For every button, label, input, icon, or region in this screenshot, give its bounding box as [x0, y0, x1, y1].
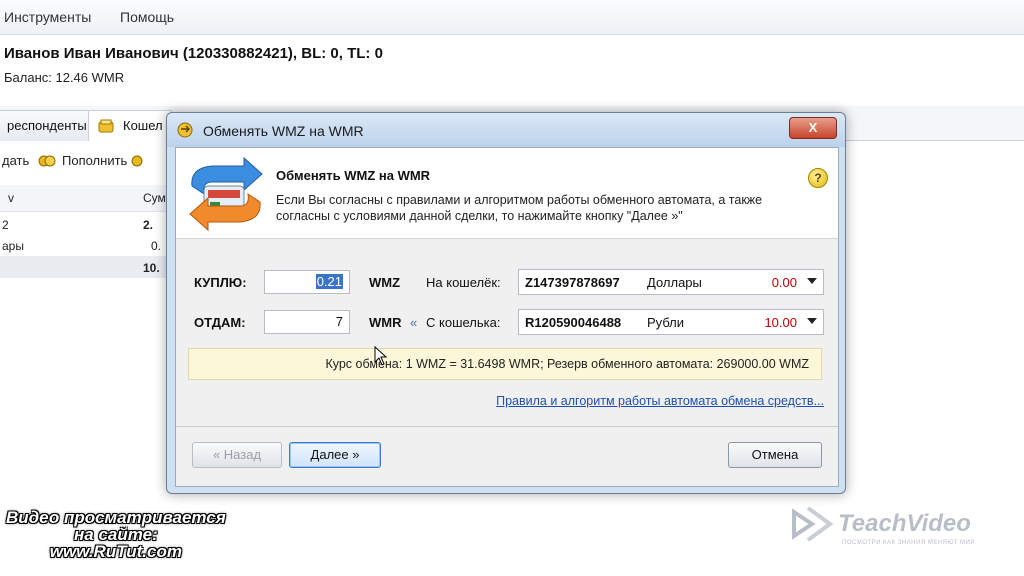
- back-button[interactable]: « Назад: [192, 442, 282, 468]
- give-wallet-amount: 10.00: [764, 315, 797, 330]
- exchange-icon: [177, 122, 193, 138]
- site-watermark: Видео просматривается на сайте: www.RuTu…: [6, 509, 226, 560]
- divider: [176, 426, 838, 427]
- dialog-title: Обменять WMZ на WMR: [203, 123, 364, 139]
- buy-currency: WMZ: [369, 275, 401, 290]
- toolbar-topup-button[interactable]: Пополнить: [62, 153, 127, 168]
- give-label: ОТДАМ:: [194, 315, 246, 330]
- tab-correspondents[interactable]: респонденты: [0, 110, 96, 141]
- watermark-line: Видео просматривается: [6, 508, 226, 527]
- table-cell: 10.: [143, 261, 160, 275]
- tab-label: Кошел: [123, 118, 163, 133]
- give-currency: WMR: [369, 315, 402, 330]
- rules-link[interactable]: Правила и алгоритм работы автомата обмен…: [496, 394, 824, 408]
- direction-arrow: «: [410, 315, 418, 330]
- grid-col-name[interactable]: v: [8, 191, 14, 205]
- table-cell: 0.: [151, 239, 162, 253]
- buy-wallet-name: Доллары: [647, 275, 702, 290]
- buy-wallet-amount: 0.00: [771, 275, 797, 290]
- teachvideo-logo-icon: [792, 506, 834, 542]
- next-button[interactable]: Далее »: [289, 442, 381, 468]
- give-wallet-id: R120590046488: [525, 315, 622, 330]
- grid-header: v Сум: [0, 185, 175, 212]
- topup-icon: [38, 155, 56, 167]
- give-wallet-name: Рубли: [647, 315, 685, 330]
- buy-amount-value: 0.21: [315, 274, 343, 289]
- header-description: Если Вы согласны с правилами и алгоритмо…: [276, 193, 763, 223]
- buy-amount-input[interactable]: 0.21: [264, 270, 350, 294]
- buy-label: КУПЛЮ:: [194, 275, 247, 290]
- menu-bar: Инструменты Помощь: [0, 0, 1024, 35]
- wallet-icon: [98, 119, 114, 133]
- dialog-header: Обменять WMZ на WMR Если Вы согласны с п…: [176, 148, 838, 239]
- wallet-exchange-icon: [189, 156, 263, 232]
- user-name: Иванов Иван Иванович (120330882421), BL:…: [4, 45, 383, 62]
- brand-name: TeachVideo: [838, 510, 971, 537]
- exchange-rate-text: Курс обмена: 1 WMZ = 31.6498 WMR; Резерв…: [325, 357, 809, 371]
- close-button[interactable]: X: [789, 117, 837, 139]
- dialog-titlebar[interactable]: Обменять WMZ на WMR X: [167, 113, 845, 147]
- give-wallet-select[interactable]: R120590046488 Рубли 10.00: [518, 309, 824, 335]
- toolbar-create-button[interactable]: дать: [2, 153, 29, 168]
- table-cell: ары: [2, 239, 24, 253]
- mouse-cursor-icon: [374, 346, 388, 366]
- user-balance: Баланс: 12.46 WMR: [4, 70, 125, 85]
- exchange-rate-band: Курс обмена: 1 WMZ = 31.6498 WMR; Резерв…: [188, 348, 822, 380]
- cancel-button[interactable]: Отмена: [728, 442, 822, 468]
- exchange-dialog: Обменять WMZ на WMR X Обменять WMZ на WM…: [166, 112, 846, 494]
- tab-label: респонденты: [7, 118, 87, 133]
- give-amount-value: 7: [335, 314, 343, 329]
- menu-item-tools[interactable]: Инструменты: [4, 9, 91, 25]
- toolbar-icon: [131, 155, 143, 167]
- table-cell: 2: [2, 218, 9, 232]
- give-amount-input[interactable]: 7: [264, 310, 350, 334]
- buy-wallet-label: На кошелёк:: [426, 275, 501, 290]
- dialog-client: Обменять WMZ на WMR Если Вы согласны с п…: [175, 147, 839, 487]
- grid-col-sum[interactable]: Сум: [143, 191, 166, 205]
- buy-wallet-id: Z147397878697: [525, 275, 620, 290]
- header-title: Обменять WMZ на WMR: [276, 168, 431, 183]
- watermark-line: на сайте:: [74, 525, 158, 544]
- brand-slogan: ПОСМОТРИ КАК ЗНАНИЯ МЕНЯЮТ МИР: [842, 540, 975, 546]
- menu-item-help[interactable]: Помощь: [120, 9, 174, 25]
- chevron-down-icon[interactable]: [807, 318, 817, 324]
- chevron-down-icon[interactable]: [807, 278, 817, 284]
- table-cell: 2.: [143, 218, 154, 232]
- watermark-line: www.RuTut.com: [49, 542, 182, 561]
- buy-wallet-select[interactable]: Z147397878697 Доллары 0.00: [518, 269, 824, 295]
- brand-watermark: TeachVideo ПОСМОТРИ КАК ЗНАНИЯ МЕНЯЮТ МИ…: [790, 500, 1005, 550]
- give-wallet-label: С кошелька:: [426, 315, 501, 330]
- tab-wallets[interactable]: Кошел: [88, 110, 172, 142]
- help-icon[interactable]: ?: [808, 168, 828, 188]
